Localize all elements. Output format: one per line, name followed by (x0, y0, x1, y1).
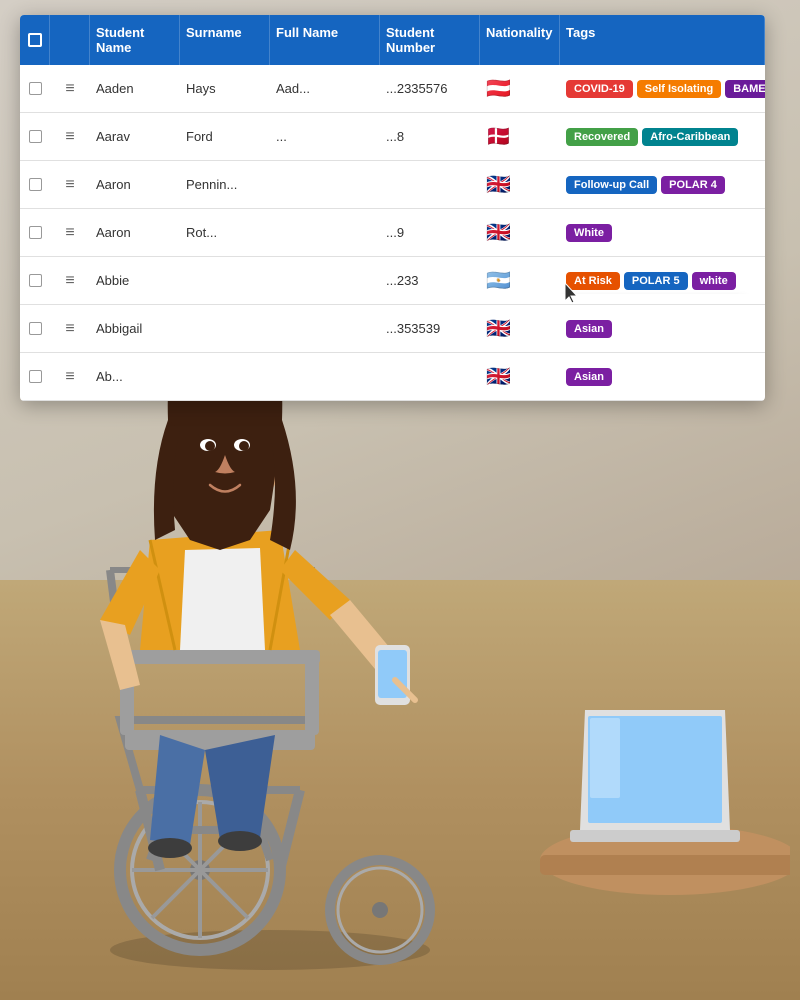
polar4-tag[interactable]: POLAR 4 (661, 176, 725, 194)
select-all-checkbox[interactable] (28, 33, 42, 47)
row-1-checkbox[interactable] (29, 82, 42, 95)
row-7-checkbox[interactable] (29, 370, 42, 383)
recovered-tag[interactable]: Recovered (566, 128, 638, 146)
row-checkbox-cell[interactable] (20, 220, 50, 245)
student-number-cell: ...233 (380, 267, 480, 294)
nationality-cell: 🇬🇧 (480, 214, 560, 251)
row-menu-icon[interactable]: ≡ (50, 170, 90, 200)
full-name-cell: Aad... (270, 75, 380, 102)
header-tags: Tags (560, 15, 765, 65)
surname-cell: Rot... (180, 219, 270, 246)
header-full-name: Full Name (270, 15, 380, 65)
row-checkbox-cell[interactable] (20, 172, 50, 197)
full-name-cell (270, 227, 380, 239)
surname-cell (180, 323, 270, 335)
nationality-cell: 🇦🇷 (480, 262, 560, 299)
asian-tag-2[interactable]: Asian (566, 368, 612, 386)
nationality-cell: 🇬🇧 (480, 166, 560, 203)
row-checkbox-cell[interactable] (20, 316, 50, 341)
row-menu-icon[interactable]: ≡ (50, 218, 90, 248)
self-isolating-tag[interactable]: Self Isolating (637, 80, 721, 98)
polar5-tag[interactable]: POLAR 5 (624, 272, 688, 290)
table-row: ≡ Aarav Ford ... ...8 🇩🇰 Recovered Afro-… (20, 113, 765, 161)
header-student-name: Student Name (90, 15, 180, 65)
header-surname: Surname (180, 15, 270, 65)
student-number-cell: ...8 (380, 123, 480, 150)
table-row-abbie: ≡ Abbie ...233 🇦🇷 At Risk POLAR 5 white … (20, 257, 765, 305)
header-student-number: Student Number (380, 15, 480, 65)
laptop-illustration (510, 700, 790, 920)
row-checkbox-cell[interactable] (20, 124, 50, 149)
student-name-cell: Abbigail (90, 315, 180, 342)
follow-up-tag[interactable]: Follow-up Call (566, 176, 657, 194)
nationality-cell: 🇬🇧 (480, 358, 560, 395)
table-header: Student Name Surname Full Name Student N… (20, 15, 765, 65)
white-tag[interactable]: White (566, 224, 612, 242)
full-name-cell (270, 275, 380, 287)
header-checkbox-cell[interactable] (20, 15, 50, 65)
white-tag-2[interactable]: white (692, 272, 736, 290)
tags-cell: Follow-up Call POLAR 4 (560, 172, 765, 198)
row-menu-icon[interactable]: ≡ (50, 362, 90, 392)
tags-cell: At Risk POLAR 5 white Student is at risk… (560, 268, 765, 294)
student-name-cell: Aaron (90, 171, 180, 198)
nationality-cell: 🇩🇰 (480, 118, 560, 155)
row-checkbox-cell[interactable] (20, 268, 50, 293)
full-name-cell (270, 323, 380, 335)
row-2-checkbox[interactable] (29, 130, 42, 143)
tags-cell: White (560, 220, 765, 246)
row-6-checkbox[interactable] (29, 322, 42, 335)
full-name-cell (270, 371, 380, 383)
table-row: ≡ Abbigail ...353539 🇬🇧 Asian (20, 305, 765, 353)
full-name-cell: ... (270, 123, 380, 150)
row-menu-icon[interactable]: ≡ (50, 266, 90, 296)
tags-cell: Asian (560, 364, 765, 390)
row-checkbox-cell[interactable] (20, 364, 50, 389)
bame-tag[interactable]: BAME (725, 80, 765, 98)
student-number-cell: ...2335576 (380, 75, 480, 102)
row-checkbox-cell[interactable] (20, 76, 50, 101)
student-number-cell: ...353539 (380, 315, 480, 342)
surname-cell (180, 275, 270, 287)
student-number-cell (380, 371, 480, 383)
full-name-cell (270, 179, 380, 191)
table-row: ≡ Aaden Hays Aad... ...2335576 🇦🇹 COVID-… (20, 65, 765, 113)
table-row: ≡ Aaron Pennin... 🇬🇧 Follow-up Call POLA… (20, 161, 765, 209)
row-menu-icon[interactable]: ≡ (50, 122, 90, 152)
afro-caribbean-tag[interactable]: Afro-Caribbean (642, 128, 738, 146)
student-number-cell (380, 179, 480, 191)
covid-tag[interactable]: COVID-19 (566, 80, 633, 98)
cursor-pointer (565, 283, 581, 308)
header-nationality: Nationality (480, 15, 560, 65)
header-menu-col (50, 15, 90, 65)
tags-cell: COVID-19 Self Isolating BAME (560, 76, 765, 102)
student-name-cell: Abbie (90, 267, 180, 294)
row-menu-icon[interactable]: ≡ (50, 314, 90, 344)
student-number-cell: ...9 (380, 219, 480, 246)
student-name-cell: Aaron (90, 219, 180, 246)
row-5-checkbox[interactable] (29, 274, 42, 287)
nationality-cell: 🇬🇧 (480, 310, 560, 347)
tags-cell: Recovered Afro-Caribbean (560, 124, 765, 150)
surname-cell: Hays (180, 75, 270, 102)
surname-cell: Pennin... (180, 171, 270, 198)
student-name-cell: Ab... (90, 363, 180, 390)
row-4-checkbox[interactable] (29, 226, 42, 239)
table-row: ≡ Aaron Rot... ...9 🇬🇧 White (20, 209, 765, 257)
row-3-checkbox[interactable] (29, 178, 42, 191)
row-menu-icon[interactable]: ≡ (50, 74, 90, 104)
student-table: Student Name Surname Full Name Student N… (20, 15, 765, 401)
table-row: ≡ Ab... 🇬🇧 Asian (20, 353, 765, 401)
surname-cell (180, 371, 270, 383)
student-name-cell: Aaden (90, 75, 180, 102)
surname-cell: Ford (180, 123, 270, 150)
tags-cell: Asian (560, 316, 765, 342)
nationality-cell: 🇦🇹 (480, 70, 560, 107)
asian-tag[interactable]: Asian (566, 320, 612, 338)
student-name-cell: Aarav (90, 123, 180, 150)
